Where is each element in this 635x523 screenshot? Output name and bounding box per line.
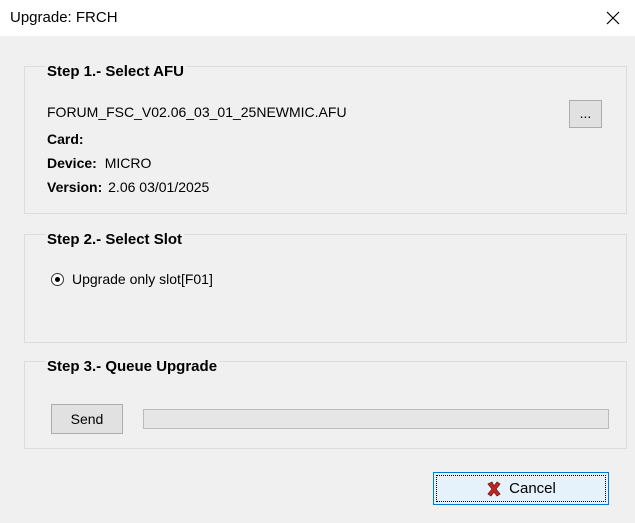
upgrade-dialog: Upgrade: FRCH Step 1.- Select AFU FORUM_… [0,0,635,523]
version-row: Version: 2.06 03/01/2025 [47,179,209,195]
step3-group: Step 3.- Queue Upgrade Send [24,358,627,449]
step1-title: Step 1.- Select AFU [45,63,186,80]
close-icon [606,11,620,25]
step1-group: Step 1.- Select AFU FORUM_FSC_V02.06_03_… [24,63,627,214]
card-label: Card: [47,131,84,147]
device-label: Device: [47,155,97,171]
device-row: Device: MICRO [47,155,151,171]
afu-file-name: FORUM_FSC_V02.06_03_01_25NEWMIC.AFU [47,104,347,120]
step2-title: Step 2.- Select Slot [45,231,185,248]
radio-label: Upgrade only slot[F01] [72,271,213,287]
version-value: 2.06 03/01/2025 [108,179,210,195]
window-title: Upgrade: FRCH [10,9,118,26]
radio-button[interactable] [51,272,64,286]
browse-button[interactable]: ... [569,100,602,128]
upgrade-progress-bar [143,409,609,429]
close-button[interactable] [591,0,635,36]
step2-group: Step 2.- Select Slot Upgrade only slot[F… [24,231,627,343]
cancel-label: Cancel [509,480,556,497]
cancel-button[interactable]: Cancel [433,472,609,505]
card-row: Card: [47,131,84,147]
step3-title: Step 3.- Queue Upgrade [45,358,220,375]
device-value: MICRO [104,155,152,171]
red-x-icon [486,480,502,497]
version-label: Version: [47,179,103,195]
title-bar: Upgrade: FRCH [0,0,635,36]
send-button[interactable]: Send [51,404,123,434]
upgrade-only-slot-option[interactable]: Upgrade only slot[F01] [51,271,213,287]
